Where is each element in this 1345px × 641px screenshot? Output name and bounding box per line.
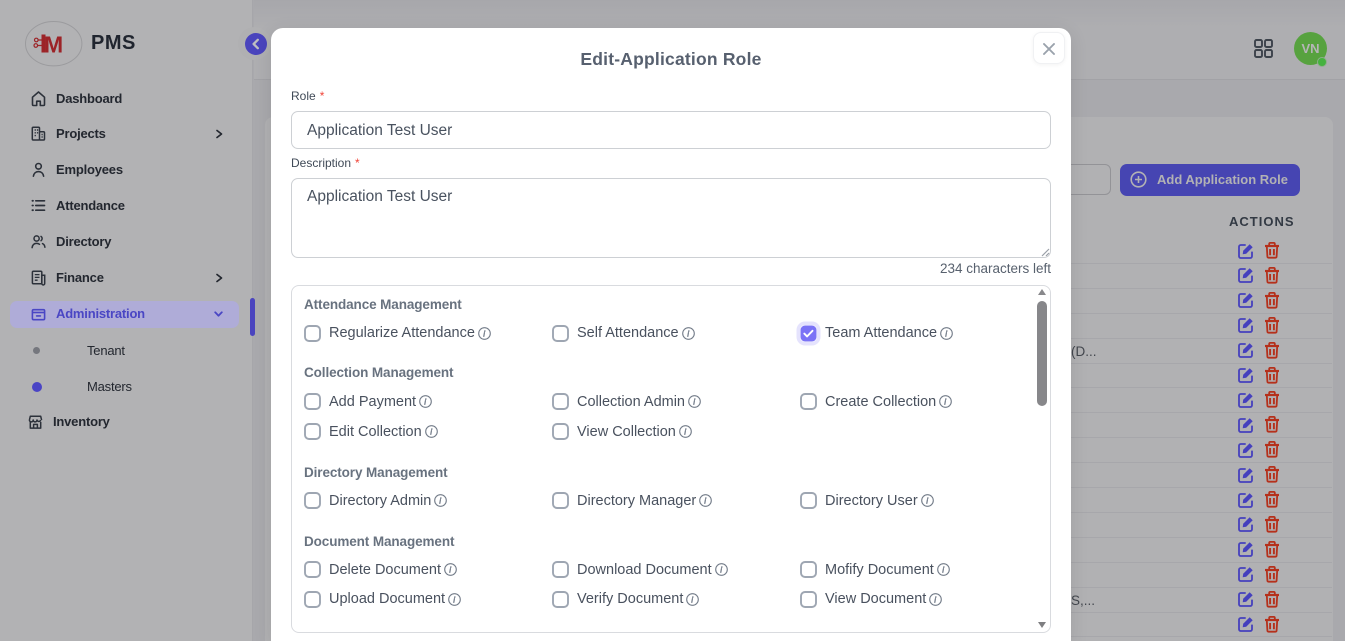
svg-text:M: M — [44, 32, 63, 58]
